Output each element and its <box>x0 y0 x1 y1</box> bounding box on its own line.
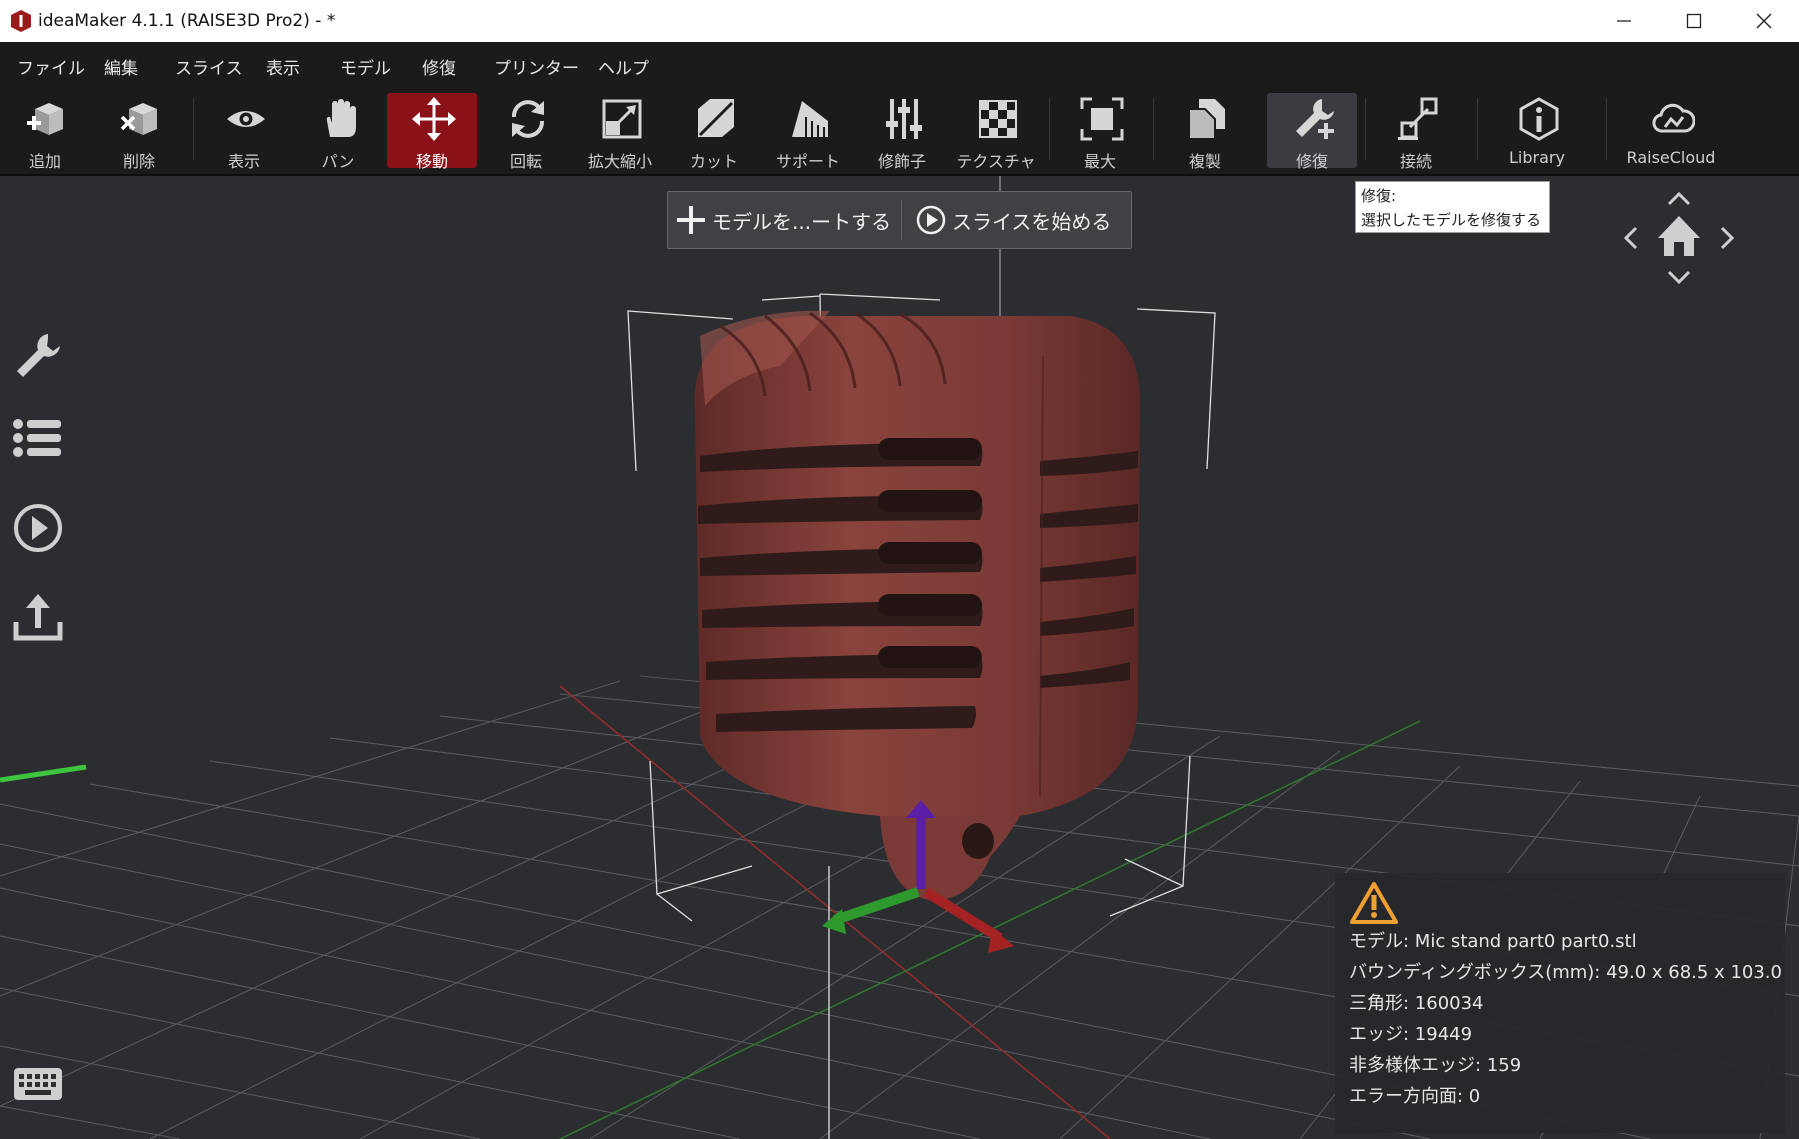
close-button[interactable] <box>1729 0 1799 42</box>
menu-file[interactable]: ファイル <box>17 54 85 79</box>
tooltip-title: 修復: <box>1361 187 1397 205</box>
repair-panel-icon[interactable] <box>12 330 64 382</box>
repair-button[interactable]: 修復 <box>1267 93 1357 171</box>
info-hexagon-icon <box>1519 97 1559 141</box>
list-icon[interactable] <box>12 412 64 464</box>
move-button[interactable]: 移動 <box>387 93 477 171</box>
edges-text: エッジ: 19449 <box>1349 1024 1473 1045</box>
menu-view[interactable]: 表示 <box>266 54 300 79</box>
library-label: Library <box>1509 148 1565 167</box>
pan-button[interactable]: パン <box>293 93 383 171</box>
view-down-icon[interactable] <box>1667 270 1691 285</box>
menu-help[interactable]: ヘルプ <box>598 54 649 79</box>
texture-button[interactable]: テクスチャ <box>951 93 1041 171</box>
duplicate-button[interactable]: 複製 <box>1160 93 1250 171</box>
repair-tooltip: 修復: 選択したモデルを修復する <box>1355 181 1550 233</box>
support-button[interactable]: サポート <box>763 93 853 171</box>
eye-icon <box>227 111 265 127</box>
connect-label: 接続 <box>1399 152 1432 171</box>
menu-slice[interactable]: スライス <box>175 54 243 79</box>
rotate-icon <box>512 100 544 138</box>
view-right-icon[interactable] <box>1720 226 1735 250</box>
plus-icon <box>677 206 705 234</box>
nonmanifold-edges-text: 非多様体エッジ: 159 <box>1349 1055 1522 1076</box>
play-preview-icon[interactable] <box>12 502 64 554</box>
cloud-icon <box>1652 103 1695 133</box>
upload-icon[interactable] <box>12 592 64 644</box>
import-model-button[interactable]: モデルを...ートする <box>676 192 891 248</box>
keyboard-icon[interactable] <box>12 1058 64 1110</box>
menu-repair[interactable]: 修復 <box>422 54 456 79</box>
view-button[interactable]: 表示 <box>199 93 289 171</box>
raisecloud-label: RaiseCloud <box>1626 148 1716 167</box>
scale-button[interactable]: 拡大縮小 <box>575 93 665 171</box>
title-bar: ideaMaker 4.1.1 (RAISE3D Pro2) - * <box>0 0 1799 42</box>
cut-icon <box>698 99 734 137</box>
main-toolbar: 追加 削除 表示 パン 移動 回転 拡大縮小 カット サポート 修飾子 テクスチ… <box>0 88 1799 176</box>
warning-icon <box>1350 882 1398 924</box>
tooltip-body: 選択したモデルを修復する <box>1361 211 1542 229</box>
delete-button[interactable]: 削除 <box>94 93 184 171</box>
connect-button[interactable]: 接続 <box>1371 93 1461 171</box>
error-faces-text: エラー方向面: 0 <box>1349 1086 1481 1107</box>
triangles-text: 三角形: 160034 <box>1349 993 1484 1014</box>
connect-icon <box>1398 97 1438 140</box>
max-button[interactable]: 最大 <box>1055 93 1145 171</box>
y-axis-indicator <box>0 764 87 783</box>
sliders-icon <box>886 99 922 139</box>
texture-label: テクスチャ <box>956 152 1036 171</box>
3d-viewport[interactable]: モデルを...ートする スライスを始める 修復: 選択したモデルを修復する モデ… <box>0 176 1799 1139</box>
add-cube-icon <box>27 103 63 135</box>
repair-label: 修復 <box>1295 152 1328 171</box>
add-button[interactable]: 追加 <box>0 93 90 171</box>
ideamaker-logo-icon <box>11 10 31 32</box>
import-model-label: モデルを...ートする <box>712 209 892 234</box>
maximize-icon <box>1686 13 1702 29</box>
start-slice-label: スライスを始める <box>952 209 1112 234</box>
delete-label: 削除 <box>122 152 155 171</box>
support-icon <box>792 101 828 137</box>
minimize-icon <box>1617 20 1631 22</box>
delete-cube-icon <box>120 103 157 135</box>
hand-icon <box>326 99 356 137</box>
raisecloud-button[interactable]: RaiseCloud <box>1626 93 1716 168</box>
model-name-text: モデル: Mic stand part0 part0.stl <box>1349 931 1637 952</box>
scale-icon <box>602 99 642 139</box>
modifier-button[interactable]: 修飾子 <box>857 93 947 171</box>
library-button[interactable]: Library <box>1492 93 1582 168</box>
rotate-button[interactable]: 回転 <box>481 93 571 171</box>
start-slice-button[interactable]: スライスを始める <box>916 192 1111 248</box>
maximize-model-icon <box>1080 97 1124 141</box>
view-up-icon[interactable] <box>1667 191 1691 206</box>
close-icon <box>1756 13 1772 29</box>
home-view-icon[interactable] <box>1658 216 1700 256</box>
toolbar-separator <box>1606 98 1607 160</box>
cut-button[interactable]: カット <box>669 93 759 171</box>
quick-action-bar: モデルを...ートする スライスを始める <box>667 191 1132 249</box>
menu-bar: ファイル 編集 スライス 表示 モデル 修復 プリンター ヘルプ <box>0 42 1799 88</box>
window-title: ideaMaker 4.1.1 (RAISE3D Pro2) - * <box>38 11 336 31</box>
max-label: 最大 <box>1083 152 1116 171</box>
minimize-button[interactable] <box>1589 0 1659 42</box>
menu-printer[interactable]: プリンター <box>494 54 579 79</box>
quickbar-divider <box>901 200 902 240</box>
model-info-panel: モデル: Mic stand part0 part0.stl バウンディングボッ… <box>1335 873 1785 1133</box>
maximize-button[interactable] <box>1659 0 1729 42</box>
toolbar-separator <box>1477 98 1478 160</box>
duplicate-label: 複製 <box>1188 152 1221 171</box>
move-arrows-icon <box>412 97 456 141</box>
wrench-plus-icon <box>1296 99 1334 139</box>
view-navigator <box>1623 191 1735 285</box>
view-left-icon[interactable] <box>1623 226 1638 250</box>
play-circle-icon <box>916 205 946 235</box>
bounding-box-text: バウンディングボックス(mm): 49.0 x 68.5 x 103.0 <box>1349 962 1782 983</box>
duplicate-icon <box>1188 99 1225 140</box>
texture-checker-icon <box>979 100 1017 138</box>
menu-edit[interactable]: 編集 <box>104 54 138 79</box>
menu-model[interactable]: モデル <box>340 54 391 79</box>
